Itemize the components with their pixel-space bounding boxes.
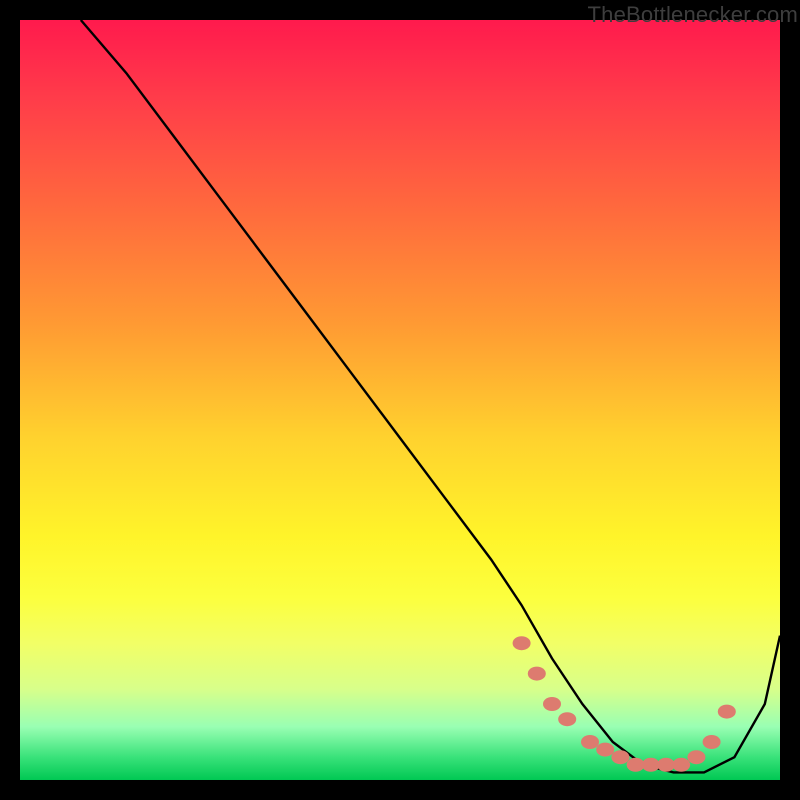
curve-line [81, 20, 780, 772]
marker-dot [718, 705, 736, 719]
marker-dot [543, 697, 561, 711]
marker-dot [611, 750, 629, 764]
marker-dot [687, 750, 705, 764]
chart-container: TheBottlenecker.com [0, 0, 800, 800]
marker-dot [558, 712, 576, 726]
marker-dot [672, 758, 690, 772]
marker-dot [703, 735, 721, 749]
curve-markers [513, 636, 736, 772]
plot-area [20, 20, 780, 780]
watermark-label: TheBottlenecker.com [588, 2, 798, 28]
marker-dot [596, 743, 614, 757]
marker-dot [513, 636, 531, 650]
marker-dot [581, 735, 599, 749]
marker-dot [528, 667, 546, 681]
chart-svg [20, 20, 780, 780]
